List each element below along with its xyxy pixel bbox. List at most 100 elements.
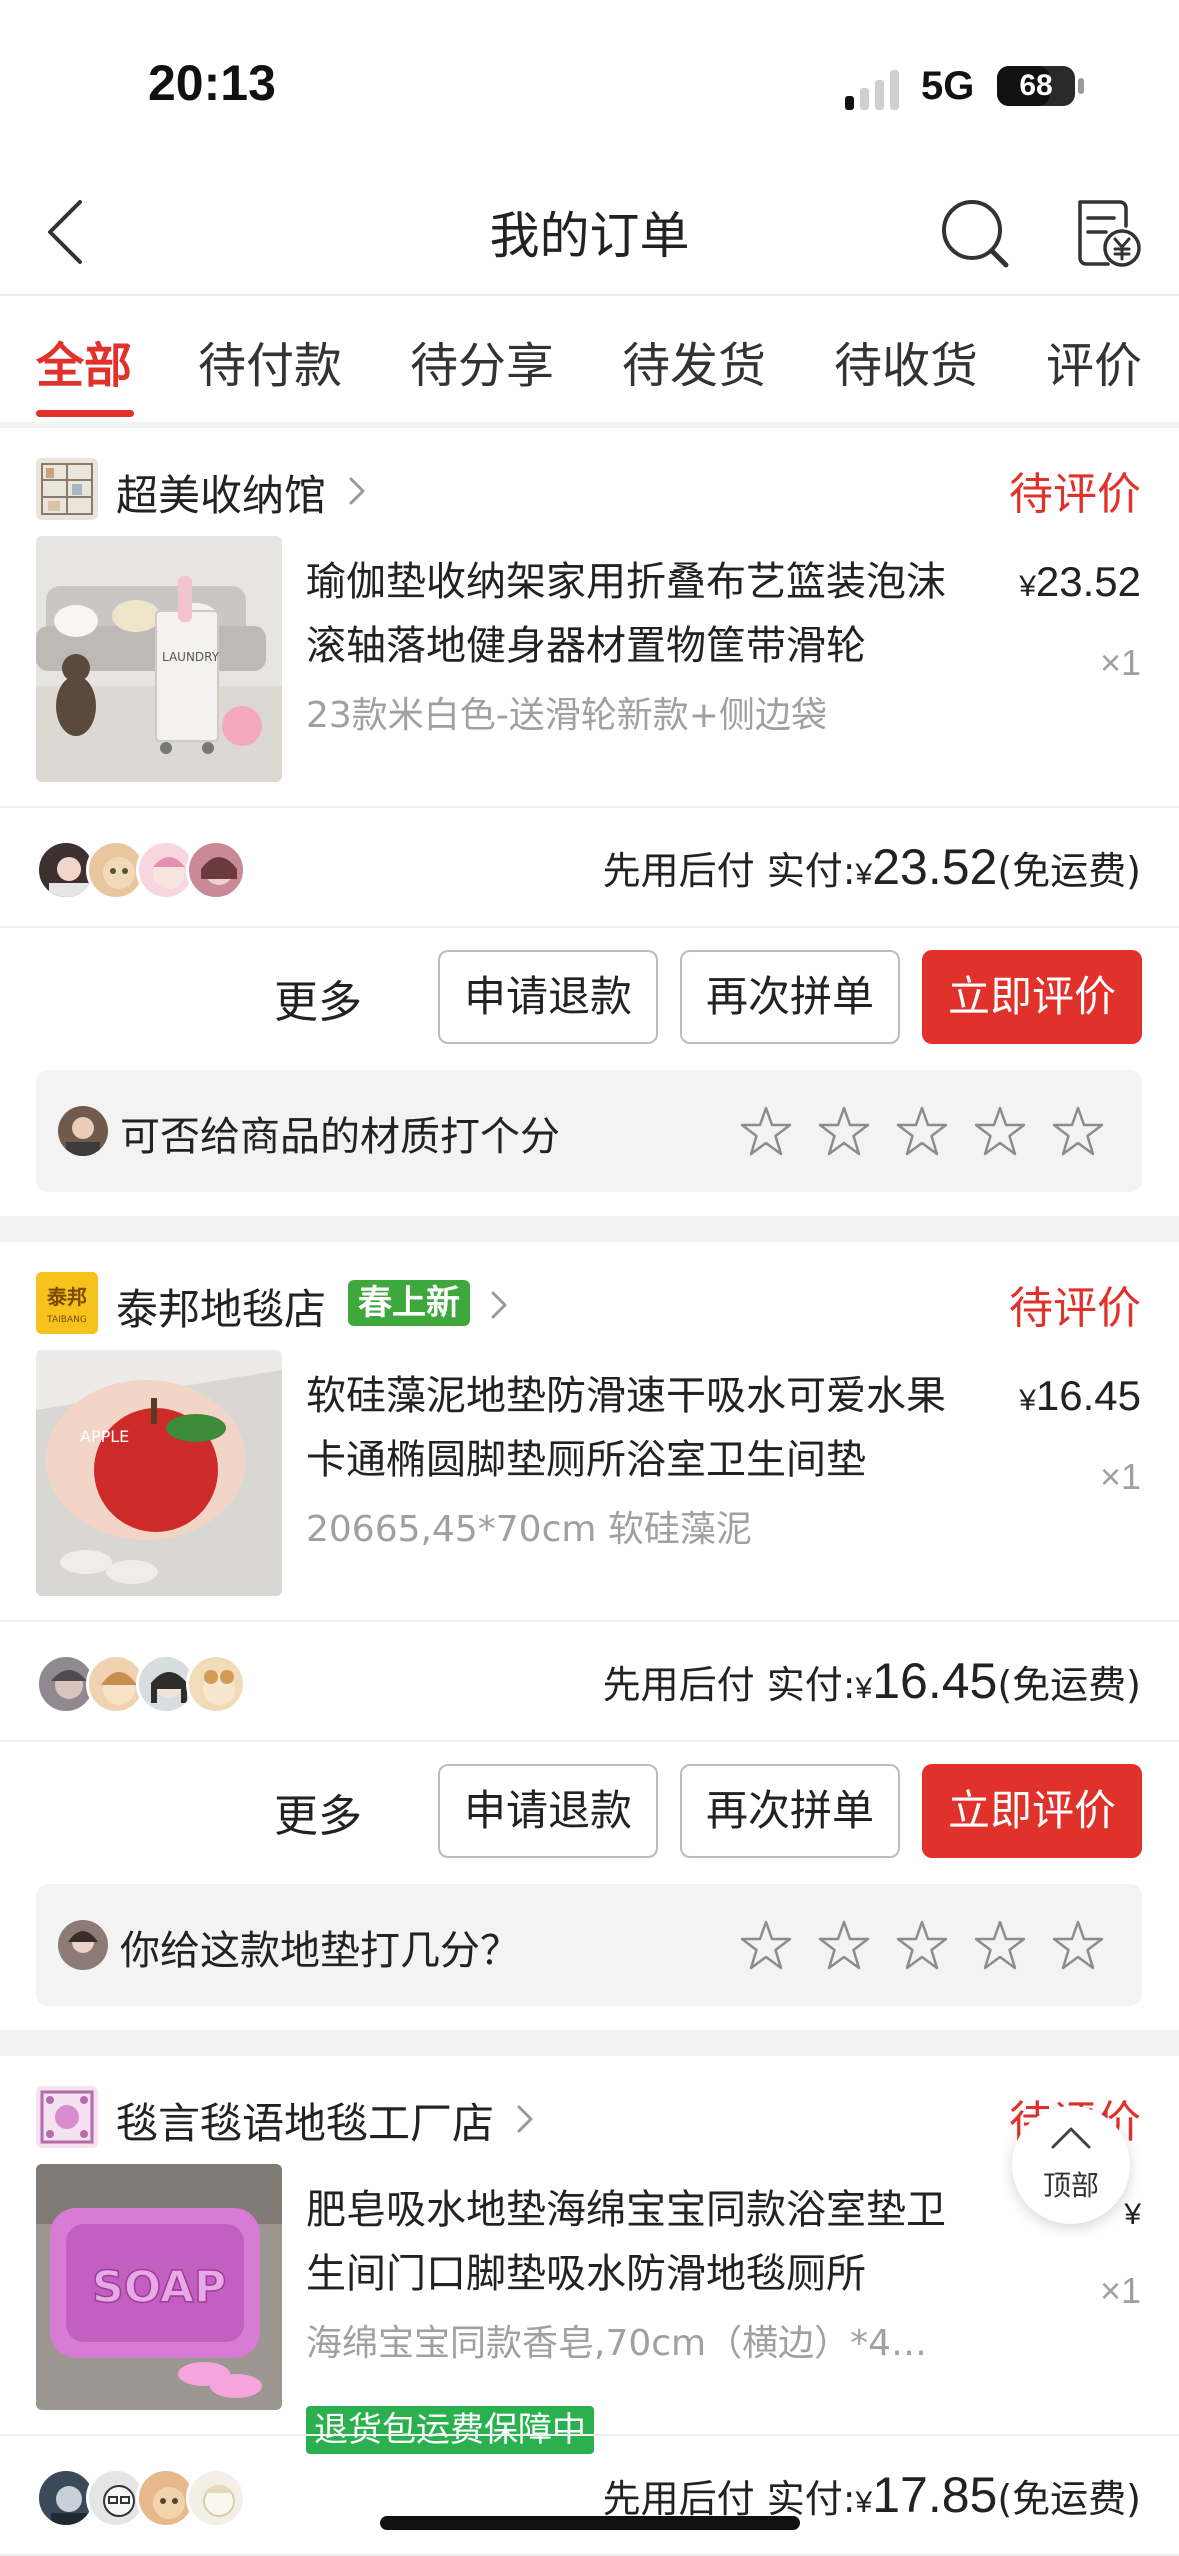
avatar: [58, 1106, 108, 1156]
network-type: 5G: [921, 64, 975, 108]
star-rating: [738, 1918, 1124, 1974]
product-image[interactable]: APPLE: [36, 1350, 282, 1596]
product-quantity: ×1: [1099, 1456, 1141, 1497]
battery-icon: 68: [997, 66, 1075, 106]
order-card: 泰邦 TAIBANG 泰邦地毯店 春上新 待评价 APPLE 软硅藻泥地垫防滑速…: [0, 1242, 1179, 2030]
quick-rating: 你给这款地垫打几分？: [36, 1884, 1142, 2006]
back-to-top-button[interactable]: 顶部: [1012, 2106, 1130, 2224]
rating-question: 可否给商品的材质打个分: [120, 1114, 560, 1160]
svg-text:LAUNDRY: LAUNDRY: [162, 650, 220, 664]
cellular-signal-icon: [845, 70, 903, 110]
svg-text:APPLE: APPLE: [80, 1427, 129, 1446]
shop-logo: 泰邦 TAIBANG: [36, 1272, 98, 1334]
search-button[interactable]: [936, 188, 1016, 274]
more-button[interactable]: 更多: [274, 966, 362, 1030]
search-icon: [942, 200, 1009, 268]
product-image[interactable]: LAUNDRY: [36, 536, 282, 782]
tab-pending-shipment[interactable]: 待发货: [622, 326, 766, 396]
shop-tag: 春上新: [348, 1280, 470, 1326]
action-row: 更多 申请退款 再次拼单 立即评价: [0, 1742, 1179, 1870]
order-card: 毯言毯语地毯工厂店 待评价 SOAP 肥皂吸水地垫海绵宝宝同款浴室垫卫生间门口脚…: [0, 2056, 1179, 2556]
battery-percent: 68: [1019, 69, 1053, 102]
shop-name: 超美收纳馆: [116, 471, 327, 520]
product-image-text: SOAP: [92, 2262, 226, 2313]
action-row: 更多 申请退款 再次拼单 立即评价: [0, 928, 1179, 1056]
product-quantity: ×1: [1099, 2270, 1141, 2311]
quick-rating: 可否给商品的材质打个分: [36, 1070, 1142, 1192]
tab-pending-payment[interactable]: 待付款: [198, 326, 342, 396]
paid-amount: 先用后付 实付:¥16.45(免运费): [602, 1653, 1141, 1709]
shop-row[interactable]: 毯言毯语地毯工厂店 待评价: [0, 2056, 1179, 2164]
star-icon[interactable]: [894, 1918, 950, 1974]
active-tab-indicator: [36, 410, 134, 417]
product-title: 软硅藻泥地垫防滑速干吸水可爱水果卡通椭圆脚垫厕所浴室卫生间垫: [306, 1373, 946, 1483]
back-to-top-label: 顶部: [1042, 2169, 1099, 2202]
shop-name: 毯言毯语地毯工厂店: [116, 2099, 495, 2148]
rating-question: 你给这款地垫打几分？: [120, 1928, 520, 1974]
bill-button[interactable]: [1066, 188, 1146, 274]
tab-pending-receipt[interactable]: 待收货: [834, 326, 978, 396]
tab-review[interactable]: 评价: [1046, 326, 1142, 396]
chevron-right-icon: [349, 477, 365, 505]
rebuy-button[interactable]: 再次拼单: [680, 1764, 900, 1858]
star-icon[interactable]: [738, 1104, 794, 1160]
order-status: 待评价: [1009, 1283, 1141, 1334]
tab-pending-share[interactable]: 待分享: [410, 326, 554, 396]
product-row[interactable]: APPLE 软硅藻泥地垫防滑速干吸水可爱水果卡通椭圆脚垫厕所浴室卫生间垫 206…: [0, 1350, 1179, 1620]
star-icon[interactable]: [816, 1104, 872, 1160]
shop-logo: [36, 2086, 98, 2148]
product-spec: 20665,45*70cm 软硅藻泥: [306, 1509, 752, 1550]
shop-logo-subtext: TAIBANG: [46, 1315, 87, 1325]
product-spec: 海绵宝宝同款香皂,70cm（横边）*45...: [306, 2323, 946, 2364]
order-tabs: 全部 待付款 待分享 待发货 待收货 评价: [0, 296, 1179, 422]
shop-row[interactable]: 超美收纳馆 待评价: [0, 428, 1179, 536]
order-card: 超美收纳馆 待评价 LAUNDRY 瑜伽垫收纳架家用折叠布艺篮装泡沫滚轴落地健身…: [0, 428, 1179, 1216]
review-button[interactable]: 立即评价: [922, 950, 1142, 1044]
product-title: 瑜伽垫收纳架家用折叠布艺篮装泡沫滚轴落地健身器材置物筐带滑轮: [306, 559, 946, 669]
avatar: [186, 840, 246, 900]
product-quantity: ×1: [1099, 642, 1141, 683]
star-icon[interactable]: [738, 1918, 794, 1974]
chevron-right-icon: [517, 2105, 533, 2133]
shop-row[interactable]: 泰邦 TAIBANG 泰邦地毯店 春上新 待评价: [0, 1242, 1179, 1350]
payment-row: 先用后付 实付:¥23.52(免运费): [0, 806, 1179, 928]
home-indicator: [380, 2516, 800, 2530]
product-price: ¥16.45: [1019, 1372, 1141, 1419]
paid-amount: 先用后付 实付:¥23.52(免运费): [602, 839, 1141, 895]
chevron-up-icon: [1051, 2127, 1091, 2149]
tab-all[interactable]: 全部: [36, 326, 132, 396]
product-spec: 23款米白色-送滑轮新款+侧边袋: [306, 695, 827, 736]
chevron-right-icon: [491, 1291, 507, 1319]
review-button[interactable]: 立即评价: [922, 1764, 1142, 1858]
shop-name: 泰邦地毯店: [116, 1285, 327, 1334]
avatar: [58, 1920, 108, 1970]
avatar: [186, 2468, 246, 2528]
status-bar: 20:13 5G 68: [0, 0, 1179, 170]
star-rating: [738, 1104, 1124, 1160]
star-icon[interactable]: [1050, 1104, 1106, 1160]
star-icon[interactable]: [972, 1104, 1028, 1160]
product-image[interactable]: SOAP: [36, 2164, 282, 2410]
payment-row: 先用后付 实付:¥17.85(免运费): [0, 2434, 1179, 2556]
more-button[interactable]: 更多: [274, 1780, 362, 1844]
shop-logo-text: 泰邦: [46, 1285, 87, 1309]
order-status: 待评价: [1009, 469, 1141, 520]
avatar: [186, 1654, 246, 1714]
star-icon[interactable]: [972, 1918, 1028, 1974]
product-title: 肥皂吸水地垫海绵宝宝同款浴室垫卫生间门口脚垫吸水防滑地毯厕所: [306, 2187, 946, 2297]
payment-row: 先用后付 实付:¥16.45(免运费): [0, 1620, 1179, 1742]
product-row[interactable]: SOAP 肥皂吸水地垫海绵宝宝同款浴室垫卫生间门口脚垫吸水防滑地毯厕所 海绵宝宝…: [0, 2164, 1179, 2464]
star-icon[interactable]: [894, 1104, 950, 1160]
nav-bar: 我的订单: [0, 170, 1179, 296]
refund-button[interactable]: 申请退款: [438, 1764, 658, 1858]
product-row[interactable]: LAUNDRY 瑜伽垫收纳架家用折叠布艺篮装泡沫滚轴落地健身器材置物筐带滑轮 2…: [0, 536, 1179, 806]
battery-tip: [1078, 78, 1084, 94]
shop-logo: [36, 458, 98, 520]
bill-icon: [1078, 200, 1141, 267]
star-icon[interactable]: [816, 1918, 872, 1974]
refund-button[interactable]: 申请退款: [438, 950, 658, 1044]
star-icon[interactable]: [1050, 1918, 1106, 1974]
status-time: 20:13: [148, 55, 276, 111]
rebuy-button[interactable]: 再次拼单: [680, 950, 900, 1044]
product-price: ¥23.52: [1019, 558, 1141, 605]
